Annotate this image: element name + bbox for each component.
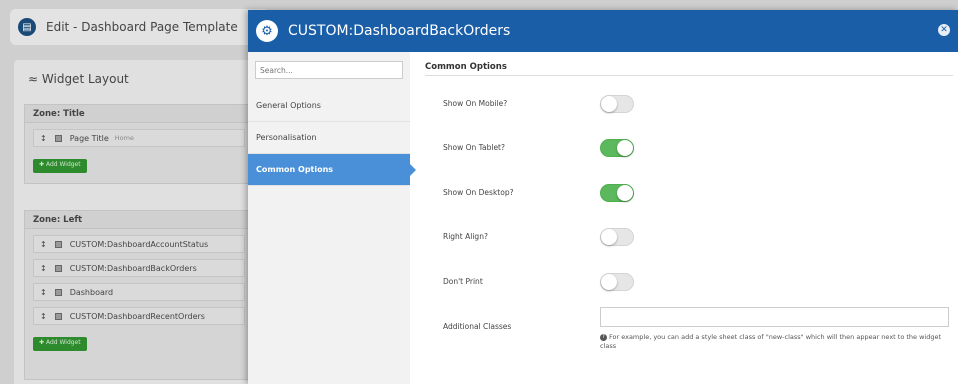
search-input[interactable] <box>255 61 403 79</box>
right-align-label: Right Align? <box>443 232 488 241</box>
drag-handle-icon[interactable]: ↕ <box>40 240 47 249</box>
add-widget-button[interactable]: ✚ Add Widget <box>33 159 87 173</box>
toggle-knob <box>617 140 633 156</box>
toggle-knob <box>601 229 617 245</box>
drag-handle-icon[interactable]: ↕ <box>40 264 47 273</box>
widget-row[interactable]: ↕ CUSTOM:DashboardRecentOrders <box>33 307 245 325</box>
widget-row-page-title[interactable]: ↕ Page Title Home <box>33 129 245 147</box>
modal-sidebar: General Options Personalisation Common O… <box>248 52 416 384</box>
widget-checkbox[interactable] <box>54 264 62 272</box>
zone-title: Zone: Title ↕ Page Title Home ✚ Add Widg… <box>24 104 254 184</box>
additional-classes-input[interactable] <box>600 307 949 327</box>
widget-row[interactable]: ↕ CUSTOM:DashboardAccountStatus <box>33 235 245 253</box>
toggle-knob <box>617 185 633 201</box>
close-icon[interactable]: ✕ <box>938 24 950 36</box>
dont-print-toggle[interactable] <box>600 273 634 291</box>
plus-icon: ✚ <box>39 339 45 346</box>
zone-left-heading: Zone: Left <box>25 211 253 229</box>
drag-handle-icon[interactable]: ↕ <box>40 288 47 297</box>
gear-icon: ⚙ <box>256 20 278 42</box>
widget-checkbox[interactable] <box>54 240 62 248</box>
layers-icon: ≈ <box>28 72 39 86</box>
widget-layout-title: ≈ Widget Layout <box>28 72 129 86</box>
section-title: Common Options <box>425 62 507 72</box>
widget-settings-modal: ⚙ CUSTOM:DashboardBackOrders ✕ General O… <box>248 10 958 384</box>
dont-print-label: Don't Print <box>443 277 483 286</box>
modal-title: CUSTOM:DashboardBackOrders <box>288 23 511 39</box>
plus-icon: ✚ <box>39 161 45 168</box>
show-on-mobile-toggle[interactable] <box>600 95 634 113</box>
right-align-toggle[interactable] <box>600 228 634 246</box>
show-on-tablet-toggle[interactable] <box>600 139 634 157</box>
drag-handle-icon[interactable]: ↕ <box>40 312 47 321</box>
toggle-knob <box>601 96 617 112</box>
show-on-desktop-label: Show On Desktop? <box>443 188 514 197</box>
nav-common-options[interactable]: Common Options <box>248 154 416 186</box>
widget-row[interactable]: ↕ Dashboard <box>33 283 245 301</box>
widget-layout-panel: ≈ Widget Layout Zone: Title ↕ Page Title… <box>14 60 254 384</box>
additional-classes-label: Additional Classes <box>443 322 512 331</box>
show-on-tablet-label: Show On Tablet? <box>443 143 505 152</box>
section-divider <box>425 75 953 76</box>
toggle-knob <box>601 274 617 290</box>
show-on-mobile-label: Show On Mobile? <box>443 99 508 108</box>
help-text: ? For example, you can add a style sheet … <box>600 333 942 350</box>
question-icon: ? <box>600 333 607 341</box>
page-icon: ▤ <box>18 18 36 36</box>
show-on-desktop-toggle[interactable] <box>600 184 634 202</box>
page-title: Edit - Dashboard Page Template <box>46 20 238 34</box>
widget-row[interactable]: ↕ CUSTOM:DashboardBackOrders <box>33 259 245 277</box>
widget-checkbox[interactable] <box>54 288 62 296</box>
page-header: ▤ Edit - Dashboard Page Template <box>10 9 270 45</box>
nav-personalisation[interactable]: Personalisation <box>248 122 410 154</box>
modal-header: ⚙ CUSTOM:DashboardBackOrders ✕ <box>248 10 958 52</box>
zone-title-heading: Zone: Title <box>25 105 253 123</box>
add-widget-button[interactable]: ✚ Add Widget <box>33 337 87 351</box>
modal-content: Common Options Show On Mobile? Show On T… <box>410 52 958 384</box>
nav-general-options[interactable]: General Options <box>248 90 410 122</box>
drag-handle-icon[interactable]: ↕ <box>40 134 47 143</box>
widget-checkbox[interactable] <box>54 134 62 142</box>
widget-checkbox[interactable] <box>54 312 62 320</box>
zone-left: Zone: Left ↕ CUSTOM:DashboardAccountStat… <box>24 210 254 380</box>
